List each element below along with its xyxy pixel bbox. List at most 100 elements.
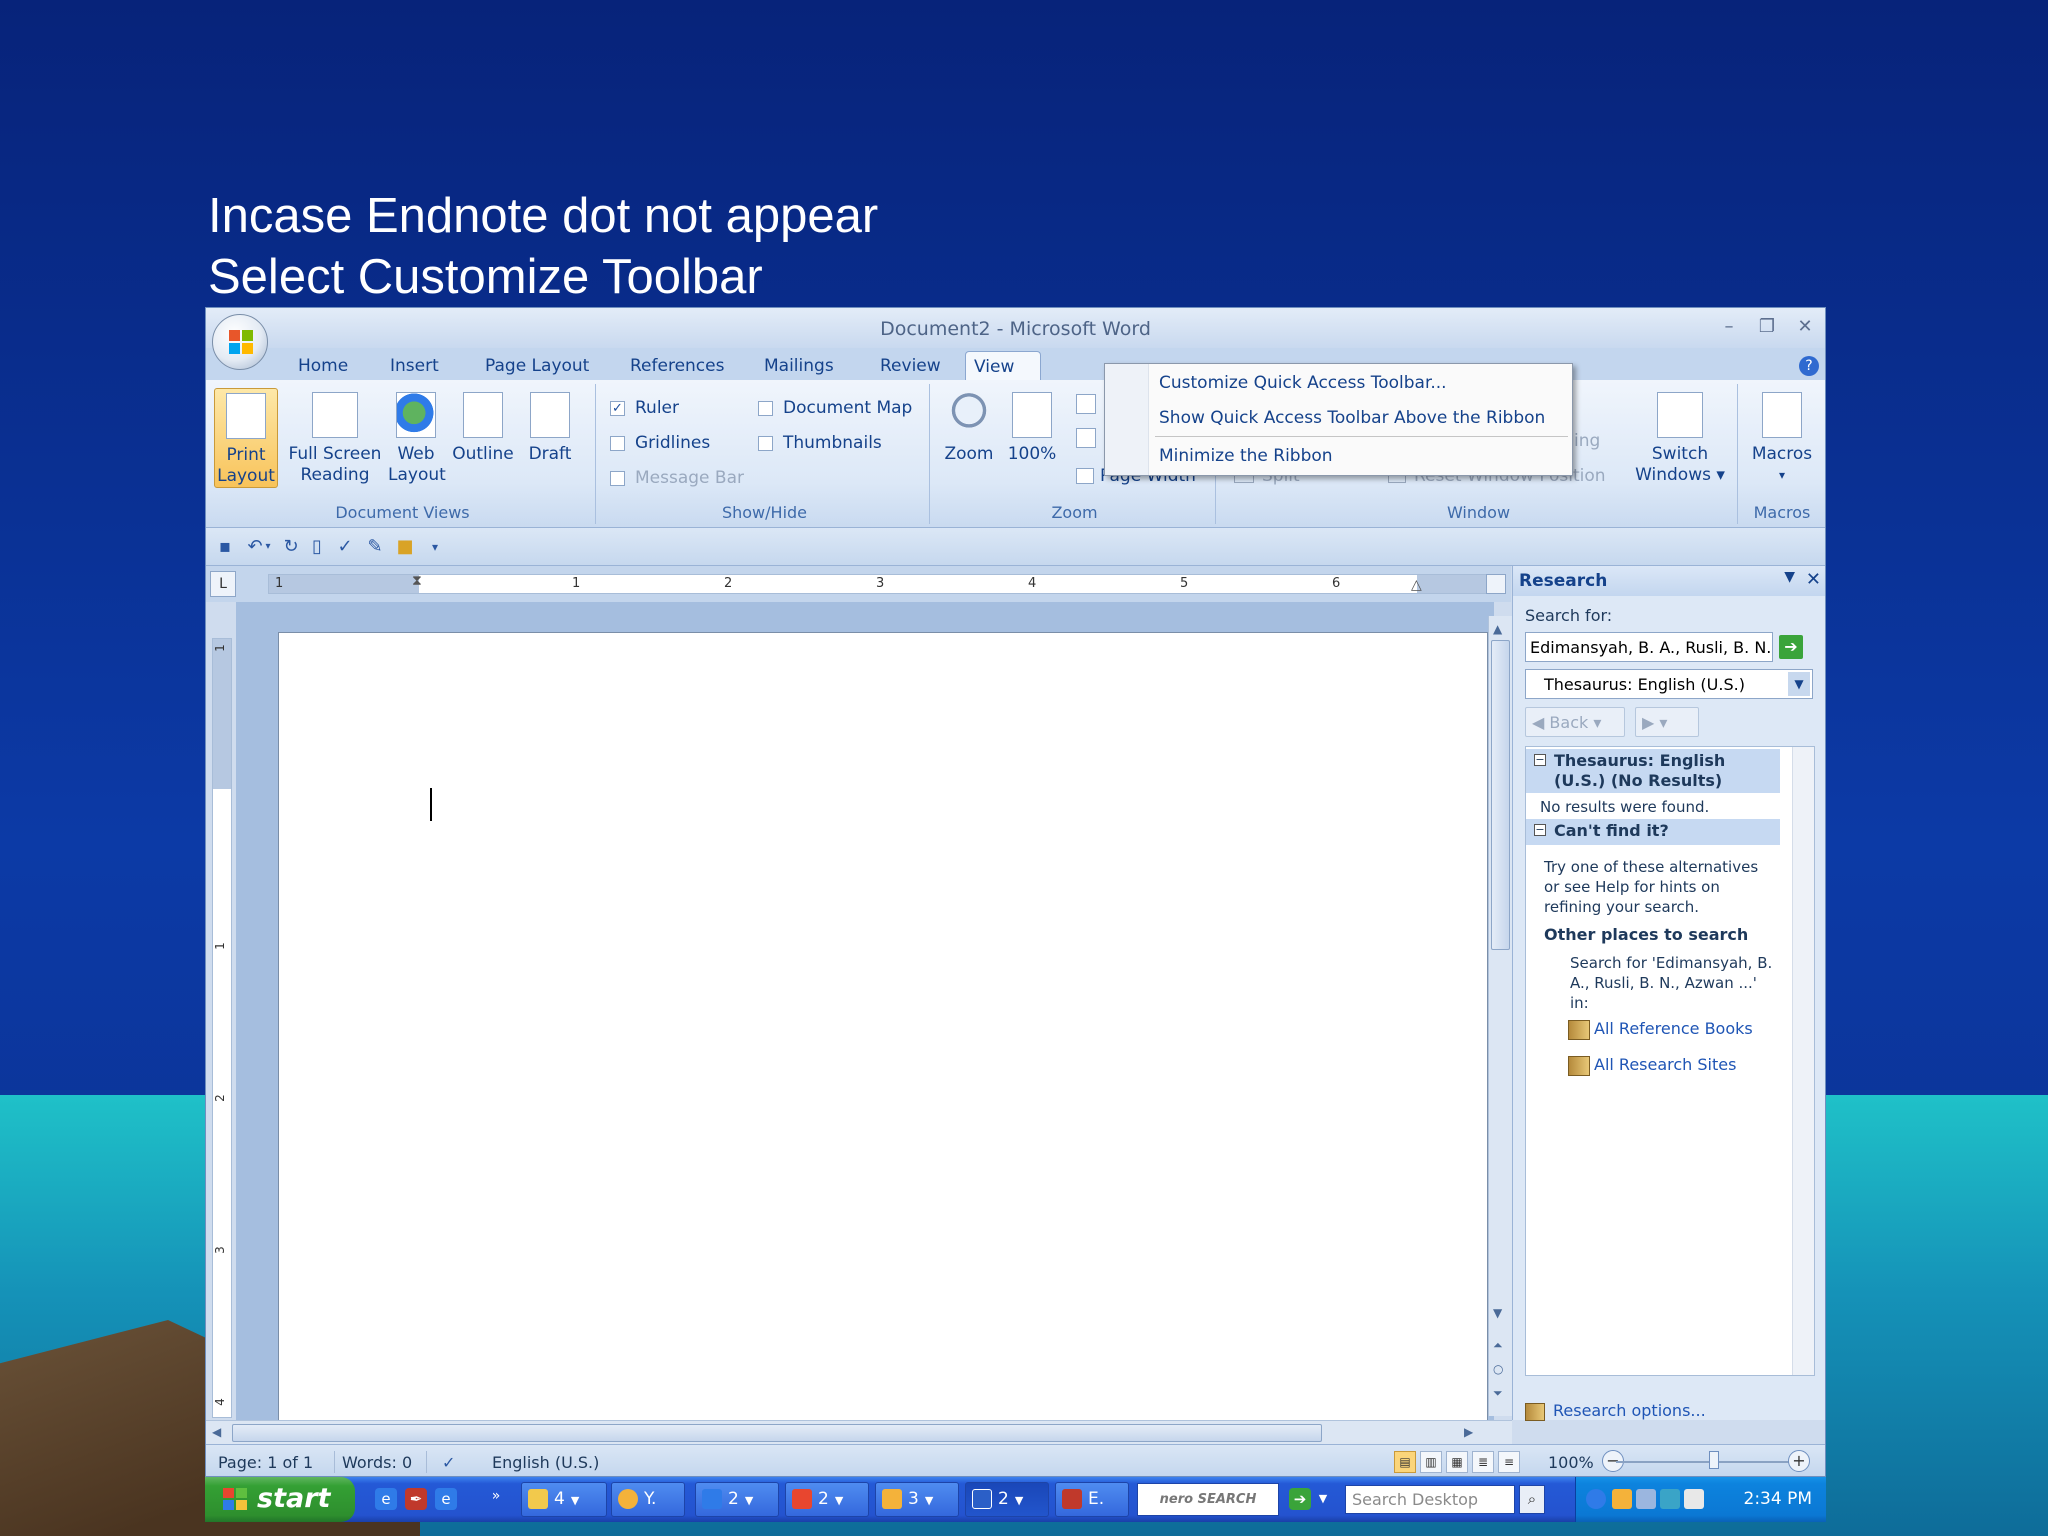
taskbar-group-explorer[interactable]: 4 ▼	[521, 1482, 607, 1517]
select-browse-object-icon[interactable]: ○	[1493, 1362, 1503, 1376]
full-screen-reading-view-icon[interactable]: ▥	[1420, 1451, 1442, 1473]
customize-dropdown-icon[interactable]: ▾	[424, 536, 446, 558]
research-source-select[interactable]: Thesaurus: English (U.S.) ▼	[1525, 669, 1813, 699]
thesaurus-section-header[interactable]: − Thesaurus: English (U.S.) (No Results)	[1526, 749, 1780, 793]
web-layout-button[interactable]: Web Layout	[388, 388, 446, 488]
start-searching-icon[interactable]: ➔	[1779, 635, 1803, 659]
zoom-in-icon[interactable]: +	[1788, 1450, 1810, 1472]
document-page[interactable]	[278, 632, 1488, 1432]
pane-options-dropdown-icon[interactable]: ▼	[1784, 569, 1795, 585]
outline-view-icon[interactable]: ≣	[1472, 1451, 1494, 1473]
tab-review[interactable]: Review	[872, 354, 949, 380]
menu-item-show-toolbar-above-ribbon[interactable]: Show Quick Access Toolbar Above the Ribb…	[1159, 408, 1545, 428]
print-layout-button[interactable]: Print Layout	[214, 388, 278, 488]
save-icon[interactable]: ▪	[214, 536, 236, 558]
research-search-input[interactable]: Edimansyah, B. A., Rusli, B. N.,	[1525, 632, 1773, 662]
close-button[interactable]: ✕	[1790, 316, 1820, 338]
tray-expand-icon[interactable]	[1586, 1489, 1606, 1509]
document-map-checkbox[interactable]: Document Map	[758, 398, 912, 418]
cant-find-section-header[interactable]: − Can't find it?	[1526, 819, 1780, 845]
scroll-right-icon[interactable]: ▶	[1464, 1425, 1473, 1439]
gridlines-checkbox[interactable]: Gridlines	[610, 433, 710, 453]
quicklaunch-overflow-chevron-icon[interactable]: »	[485, 1485, 507, 1507]
taskbar-group-outlook[interactable]: 3 ▼	[875, 1482, 959, 1517]
print-layout-view-icon[interactable]: ▤	[1394, 1451, 1416, 1473]
taskbar-group-word[interactable]: 2 ▼	[965, 1482, 1049, 1517]
tab-view[interactable]: View	[965, 351, 1041, 381]
tab-home[interactable]: Home	[290, 354, 356, 380]
next-page-icon[interactable]: ⏷	[1493, 1386, 1503, 1401]
page-count-status[interactable]: Page: 1 of 1	[218, 1453, 313, 1472]
web-layout-view-icon[interactable]: ▦	[1446, 1451, 1468, 1473]
quicklaunch-browser-icon[interactable]: e	[375, 1488, 397, 1510]
tab-insert[interactable]: Insert	[382, 354, 447, 380]
menu-item-minimize-ribbon[interactable]: Minimize the Ribbon	[1159, 446, 1333, 466]
tab-mailings[interactable]: Mailings	[756, 354, 842, 380]
redo-icon[interactable]: ↻	[280, 536, 302, 558]
collapse-icon[interactable]: −	[1534, 754, 1546, 766]
maximize-button[interactable]: ❐	[1752, 316, 1782, 338]
full-screen-reading-button[interactable]: Full Screen Reading	[288, 388, 382, 488]
all-research-sites-link[interactable]: All Research Sites	[1568, 1055, 1736, 1076]
previous-page-icon[interactable]: ⏶	[1493, 1338, 1503, 1353]
draft-button[interactable]: Draft	[522, 388, 578, 488]
go-dropdown-icon[interactable]: ▼	[1317, 1488, 1329, 1510]
quicklaunch-feather-icon[interactable]: ✒	[405, 1488, 427, 1510]
right-indent-marker-icon[interactable]: △	[1411, 577, 1422, 593]
open-folder-icon[interactable]: ■	[394, 536, 416, 558]
quicklaunch-ie-icon[interactable]: e	[435, 1488, 457, 1510]
thumbnails-checkbox-box[interactable]	[758, 435, 773, 451]
vertical-scrollbar[interactable]: ▲ ▼ ⏶ ○ ⏷	[1488, 616, 1512, 1416]
two-pages-icon[interactable]	[1076, 428, 1096, 448]
results-scrollbar[interactable]	[1792, 747, 1814, 1375]
first-line-indent-marker-icon[interactable]: ⧗	[412, 573, 422, 589]
taskbar-group-acrobat[interactable]: 2 ▼	[785, 1482, 869, 1517]
tray-network-icon[interactable]	[1636, 1489, 1656, 1509]
desktop-search-input[interactable]: Search Desktop	[1345, 1485, 1515, 1514]
go-arrow-icon[interactable]: ➔	[1289, 1488, 1311, 1510]
horizontal-scroll-thumb[interactable]	[232, 1424, 1322, 1442]
tray-messenger-icon[interactable]	[1612, 1489, 1632, 1509]
tab-references[interactable]: References	[622, 354, 732, 380]
zoom-level[interactable]: 100%	[1548, 1453, 1594, 1472]
horizontal-scrollbar[interactable]: ◀ ▶	[206, 1420, 1512, 1444]
scroll-left-icon[interactable]: ◀	[212, 1425, 221, 1439]
gridlines-checkbox-box[interactable]	[610, 435, 625, 451]
all-reference-books-link[interactable]: All Reference Books	[1568, 1019, 1753, 1040]
collapse-icon[interactable]: −	[1534, 824, 1546, 836]
taskbar-group-ie[interactable]: 2 ▼	[695, 1482, 779, 1517]
tab-selector-button[interactable]: L	[210, 571, 236, 597]
taskbar-messenger[interactable]: Y.	[611, 1482, 685, 1517]
vertical-scroll-thumb[interactable]	[1491, 640, 1510, 950]
tray-app-icon[interactable]	[1684, 1489, 1704, 1509]
taskbar-endnote[interactable]: E.	[1055, 1482, 1129, 1517]
desktop-search-icon[interactable]: ⌕	[1519, 1485, 1545, 1514]
undo-dropdown-icon[interactable]: ▾	[262, 536, 274, 558]
scroll-down-icon[interactable]: ▼	[1493, 1306, 1502, 1320]
view-ruler-toggle-icon[interactable]	[1486, 574, 1506, 594]
edit-icon[interactable]: ✎	[364, 536, 386, 558]
one-page-icon[interactable]	[1076, 394, 1096, 414]
office-button[interactable]	[212, 314, 268, 370]
start-button[interactable]: start	[205, 1477, 355, 1522]
document-map-checkbox-box[interactable]	[758, 400, 773, 416]
zoom-slider-thumb[interactable]	[1709, 1451, 1719, 1469]
proofing-status-icon[interactable]: ✓	[442, 1453, 455, 1472]
outline-button[interactable]: Outline	[450, 388, 516, 488]
new-document-icon[interactable]: ▯	[306, 536, 328, 558]
zoom-100-button[interactable]: 100%	[1004, 388, 1060, 488]
word-count-status[interactable]: Words: 0	[342, 1453, 412, 1472]
tray-sync-icon[interactable]	[1660, 1489, 1680, 1509]
ruler-checkbox[interactable]: ✓ Ruler	[610, 398, 679, 418]
thumbnails-checkbox[interactable]: Thumbnails	[758, 433, 882, 453]
spelling-icon[interactable]: ✓	[334, 536, 356, 558]
ruler-checkbox-box[interactable]: ✓	[610, 400, 625, 416]
zoom-button[interactable]: Zoom	[940, 388, 998, 488]
draft-view-icon[interactable]: ≡	[1498, 1451, 1520, 1473]
menu-item-customize-quick-access-toolbar[interactable]: Customize Quick Access Toolbar...	[1159, 373, 1447, 393]
switch-windows-button[interactable]: Switch Windows ▾	[1632, 388, 1728, 488]
minimize-button[interactable]: –	[1714, 316, 1744, 338]
help-icon[interactable]: ?	[1799, 356, 1819, 376]
language-status[interactable]: English (U.S.)	[492, 1453, 599, 1472]
close-pane-icon[interactable]: ✕	[1806, 569, 1821, 590]
